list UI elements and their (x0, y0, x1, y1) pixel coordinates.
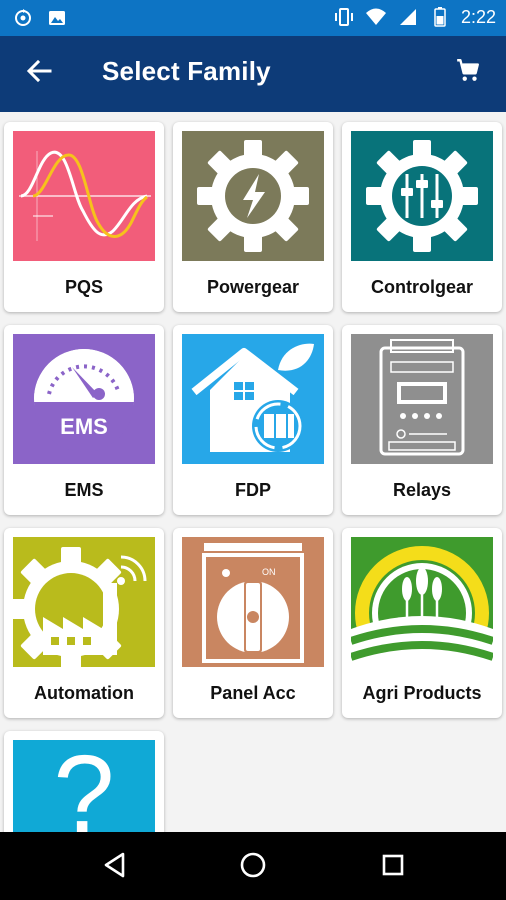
gear-sliders-icon (351, 131, 493, 261)
svg-text:ON: ON (262, 567, 276, 577)
system-nav-bar (0, 832, 506, 900)
family-label: Automation (34, 683, 134, 703)
nav-home-button[interactable] (236, 850, 270, 884)
family-label: Relays (392, 480, 452, 500)
family-label: Agri Products (362, 683, 482, 703)
battery-icon (429, 6, 451, 28)
wifi-icon (365, 6, 387, 28)
family-label: PQS (64, 277, 103, 297)
svg-text:OFF: OFF (220, 600, 236, 609)
family-card-automation[interactable]: Automation (4, 528, 164, 718)
nav-back-button[interactable] (98, 850, 132, 884)
family-label: Powergear (206, 277, 300, 297)
family-card-ems[interactable]: EMS EMS (4, 325, 164, 515)
family-card-panel-acc[interactable]: ON OFF Panel Acc (173, 528, 333, 718)
recents-square-icon (381, 853, 405, 882)
family-label: Controlgear (370, 277, 473, 297)
family-card-pqs[interactable]: PQS (4, 122, 164, 312)
family-card-relays[interactable]: Relays (342, 325, 502, 515)
cart-icon (455, 57, 481, 88)
ems-gauge-icon: EMS (13, 334, 155, 464)
family-grid: PQS Powergear Controlgear EMS EMS FDP Re… (0, 112, 506, 832)
family-label: FDP (235, 480, 271, 500)
gear-bolt-icon (182, 131, 324, 261)
rotary-switch-icon: ON OFF (182, 537, 324, 667)
waveform-icon (13, 131, 155, 261)
arrow-left-icon (26, 59, 52, 88)
svg-text:EMS: EMS (60, 414, 108, 439)
cart-button[interactable] (452, 56, 484, 88)
vibrate-icon (333, 6, 355, 28)
family-card-powergear[interactable]: Powergear (173, 122, 333, 312)
family-label: EMS (64, 480, 104, 500)
relay-device-icon (351, 334, 493, 464)
image-icon (46, 7, 68, 29)
svg-text:?: ? (53, 740, 114, 832)
home-circle-icon (239, 851, 267, 884)
family-card-agri-products[interactable]: Agri Products (342, 528, 502, 718)
signal-icon (397, 6, 419, 28)
family-card-fdp[interactable]: FDP (173, 325, 333, 515)
house-leaf-icon (182, 334, 324, 464)
question-mark-icon: ? (13, 740, 155, 832)
family-card-controlgear[interactable]: Controlgear (342, 122, 502, 312)
status-bar: 2:22 (0, 0, 506, 36)
sync-icon (12, 7, 34, 29)
crops-field-icon (351, 537, 493, 667)
back-button[interactable] (22, 56, 56, 90)
factory-gear-icon (13, 537, 155, 667)
status-time: 2:22 (460, 6, 496, 27)
back-triangle-icon (103, 852, 127, 883)
page-title: Select Family (102, 56, 271, 86)
nav-recents-button[interactable] (376, 850, 410, 884)
family-card-other[interactable]: ? (4, 731, 164, 832)
app-bar: Select Family (0, 36, 506, 112)
family-label: Panel Acc (210, 683, 296, 703)
